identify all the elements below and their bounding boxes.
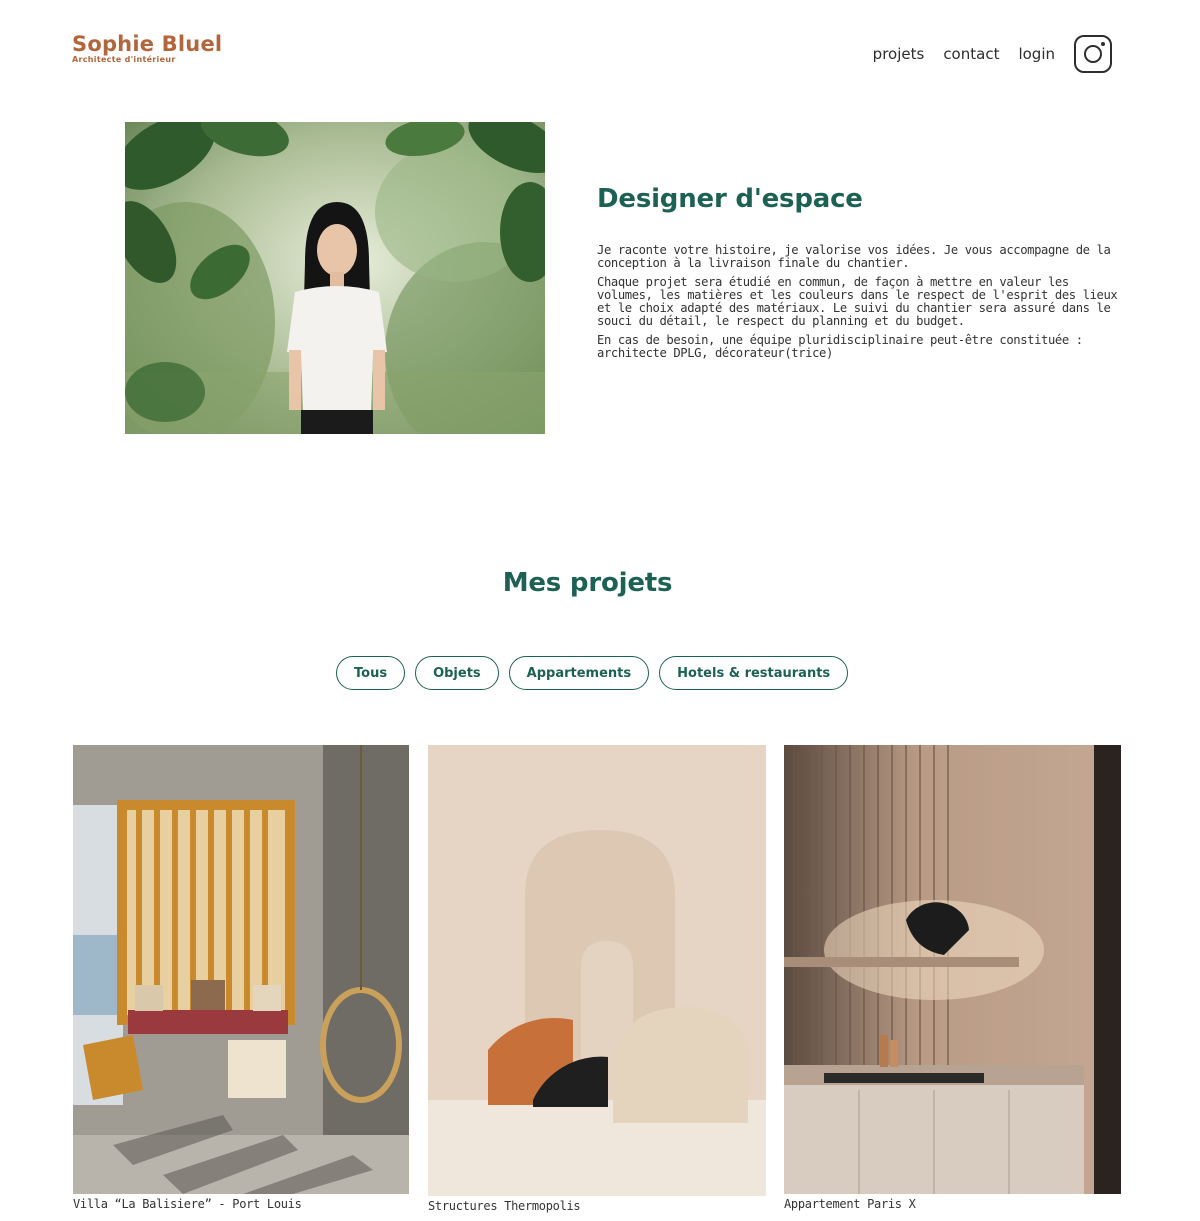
- project-image: [428, 745, 766, 1196]
- portrait-illustration: [125, 122, 545, 434]
- filter-button-appartements[interactable]: Appartements: [508, 656, 650, 690]
- brand-subtitle: Architecte d'intérieur: [72, 55, 176, 64]
- filter-button-tous[interactable]: Tous: [336, 656, 406, 690]
- filter-button-objets[interactable]: Objets: [415, 656, 499, 690]
- brand-logo[interactable]: Sophie Bluel Architecte d'intérieur: [72, 33, 222, 65]
- project-card[interactable]: Villa “La Balisiere” - Port Louis: [73, 745, 409, 1211]
- intro-title: Designer d'espace: [597, 184, 863, 214]
- apartment-illustration: [784, 745, 1121, 1194]
- thermopolis-illustration: [428, 745, 766, 1196]
- project-image: [784, 745, 1121, 1194]
- project-caption: Villa “La Balisiere” - Port Louis: [73, 1197, 302, 1211]
- intro-paragraph: Je raconte votre histoire, je valorise v…: [597, 243, 1111, 270]
- instagram-icon-dot: [1101, 42, 1105, 46]
- project-card[interactable]: Structures Thermopolis: [428, 745, 766, 1213]
- project-caption: Structures Thermopolis: [428, 1199, 581, 1213]
- nav-link-login[interactable]: login: [1018, 34, 1055, 74]
- intro-paragraph: Chaque projet sera étudié en commun, de …: [597, 275, 1118, 328]
- brand-title: Sophie Bluel: [72, 32, 223, 56]
- instagram-icon[interactable]: [1074, 35, 1112, 73]
- nav-link-projets[interactable]: projets: [873, 34, 925, 74]
- project-image: [73, 745, 409, 1194]
- villa-illustration: [73, 745, 409, 1194]
- filter-bar: Tous Objets Appartements Hotels & restau…: [336, 656, 858, 690]
- intro-section: Designer d'espace Je raconte votre histo…: [597, 184, 1127, 366]
- intro-paragraph: En cas de besoin, une équipe pluridiscip…: [597, 333, 1083, 360]
- portrait-photo: [125, 122, 545, 434]
- main-nav: projets contact login: [854, 34, 1112, 74]
- projects-title: Mes projets: [502, 568, 673, 598]
- filter-button-hotels-restaurants[interactable]: Hotels & restaurants: [659, 656, 849, 690]
- project-card[interactable]: Appartement Paris X: [784, 745, 1121, 1211]
- project-caption: Appartement Paris X: [784, 1197, 916, 1211]
- nav-link-contact[interactable]: contact: [943, 34, 999, 74]
- instagram-icon-ring: [1084, 45, 1102, 63]
